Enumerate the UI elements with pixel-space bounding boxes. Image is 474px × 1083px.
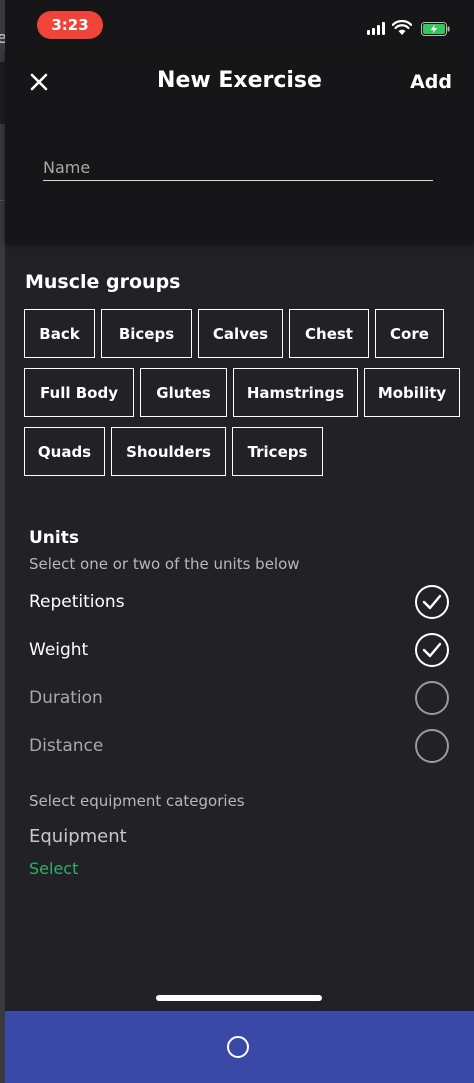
unit-option-weight[interactable]: Weight <box>29 630 449 670</box>
chip-mobility[interactable]: Mobility <box>364 368 460 417</box>
equipment-title: Equipment <box>29 826 127 847</box>
equipment-subtitle: Select equipment categories <box>29 792 245 810</box>
chip-back[interactable]: Back <box>24 309 95 358</box>
unit-option-repetitions[interactable]: Repetitions <box>29 582 449 622</box>
muscle-group-chips: Back Biceps Calves Chest Core Full Body … <box>24 309 474 486</box>
chip-full-body[interactable]: Full Body <box>24 368 134 417</box>
chip-triceps[interactable]: Triceps <box>232 427 323 476</box>
add-button[interactable]: Add <box>410 71 452 93</box>
muscle-groups-title: Muscle groups <box>25 271 181 293</box>
home-indicator <box>156 995 322 1001</box>
checked-circle-icon[interactable] <box>415 585 449 619</box>
units-subtitle: Select one or two of the units below <box>29 555 300 573</box>
chip-quads[interactable]: Quads <box>24 427 105 476</box>
chip-calves[interactable]: Calves <box>198 309 283 358</box>
unchecked-circle-icon[interactable] <box>415 681 449 715</box>
name-input[interactable] <box>43 154 433 181</box>
chip-core[interactable]: Core <box>375 309 444 358</box>
units-title: Units <box>29 528 79 548</box>
chip-hamstrings[interactable]: Hamstrings <box>233 368 358 417</box>
unchecked-circle-icon[interactable] <box>415 729 449 763</box>
unit-label: Weight <box>29 640 89 660</box>
chip-row: Back Biceps Calves Chest Core <box>24 309 474 358</box>
exercise-header: New Exercise Add <box>5 50 474 242</box>
new-exercise-sheet: 3:23 New Exercise Add Muscle groups Back… <box>5 0 474 1083</box>
battery-charging-icon <box>421 22 450 36</box>
status-time: 3:23 <box>37 11 103 39</box>
unit-label: Distance <box>29 736 104 756</box>
unit-option-duration[interactable]: Duration <box>29 678 449 718</box>
chip-row: Quads Shoulders Triceps <box>24 427 474 476</box>
wifi-icon <box>392 20 412 35</box>
status-bar: 3:23 <box>5 0 474 50</box>
equipment-select-link[interactable]: Select <box>29 859 78 878</box>
bottom-bar <box>5 1011 474 1083</box>
chip-row: Full Body Glutes Hamstrings Mobility <box>24 368 474 417</box>
unit-label: Repetitions <box>29 592 125 612</box>
chip-chest[interactable]: Chest <box>289 309 369 358</box>
chip-shoulders[interactable]: Shoulders <box>111 427 226 476</box>
chip-biceps[interactable]: Biceps <box>101 309 192 358</box>
chip-glutes[interactable]: Glutes <box>140 368 227 417</box>
circle-icon[interactable] <box>227 1036 249 1058</box>
unit-label: Duration <box>29 688 103 708</box>
checked-circle-icon[interactable] <box>415 633 449 667</box>
page-title: New Exercise <box>157 68 322 93</box>
unit-option-distance[interactable]: Distance <box>29 726 449 766</box>
cellular-signal-icon <box>367 21 385 35</box>
